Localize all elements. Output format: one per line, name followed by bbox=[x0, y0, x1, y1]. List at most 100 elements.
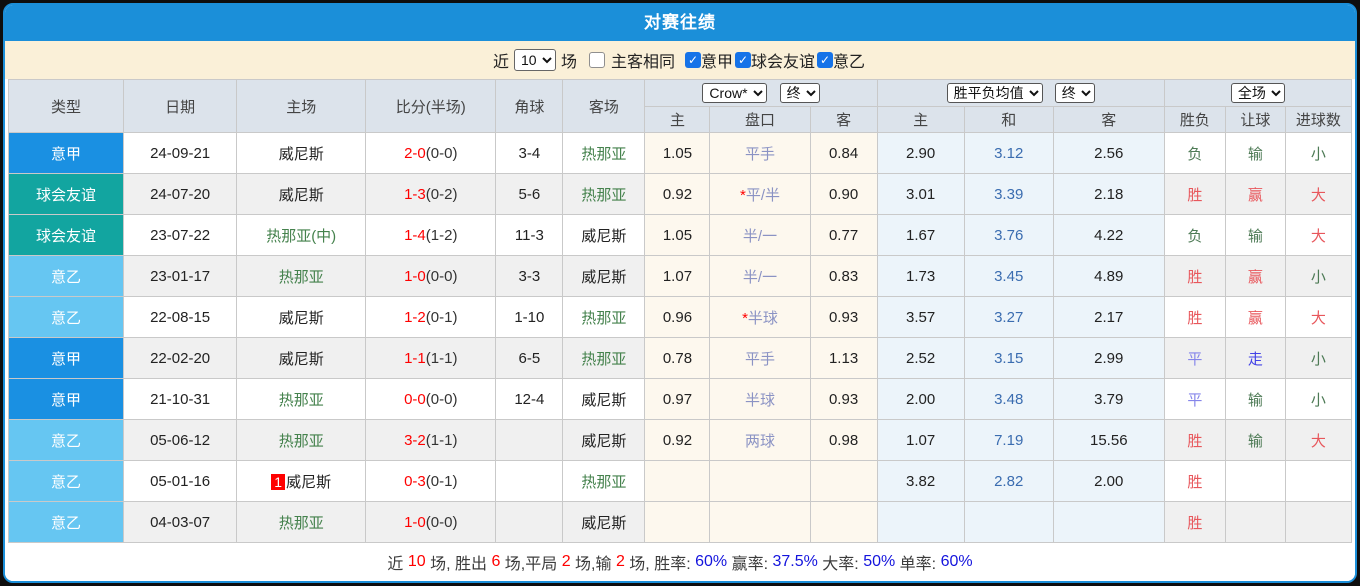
goals-cell: 大 bbox=[1284, 296, 1353, 338]
sub-col-header-8: 让球 bbox=[1224, 106, 1286, 133]
summary-segment-4: 6 bbox=[491, 553, 501, 570]
matches-label: 场 bbox=[560, 54, 577, 71]
score-cell: 1-0(0-0) bbox=[365, 501, 497, 543]
result-cell: 胜 bbox=[1163, 501, 1226, 543]
goals-cell: 小 bbox=[1284, 337, 1353, 379]
panel-title: 对赛往绩 bbox=[5, 5, 1355, 41]
avg-away-cell: 2.99 bbox=[1052, 337, 1165, 379]
summary-segment-7: 场,输 bbox=[570, 556, 616, 573]
avg-draw-cell: 3.45 bbox=[963, 255, 1054, 297]
full-time-score: 2-0 bbox=[404, 144, 426, 162]
recent-count-select[interactable]: 10 bbox=[513, 49, 556, 71]
league-cell: 意乙 bbox=[7, 419, 125, 461]
col-header-away: 客场 bbox=[562, 79, 646, 133]
league-filter-checkbox-2[interactable] bbox=[735, 52, 752, 68]
league-filter-checkbox-3[interactable] bbox=[817, 52, 834, 68]
odds-away-cell: 0.84 bbox=[809, 132, 878, 174]
half-time-score: (1-1) bbox=[425, 349, 458, 367]
col-header-date: 日期 bbox=[123, 79, 238, 133]
handicap-cell: 平手 bbox=[709, 337, 811, 379]
avg-time-select[interactable]: 终 bbox=[1054, 83, 1095, 103]
avg-type-select[interactable]: 胜平负均值 bbox=[946, 83, 1043, 103]
home-team-cell: 威尼斯 bbox=[236, 337, 367, 379]
away-team-cell: 热那亚 bbox=[562, 296, 646, 338]
home-team-cell: 威尼斯 bbox=[236, 296, 367, 338]
avg-away-cell: 15.56 bbox=[1052, 419, 1165, 461]
bookmaker-select[interactable]: Crow* bbox=[702, 83, 768, 103]
home-team-name: 热那亚 bbox=[278, 391, 324, 409]
table-row: 意甲 22-02-20 威尼斯 1-1(1-1) 6-5 热那亚 0.78 平手 1.13 2.5… bbox=[7, 337, 1353, 379]
corner-cell bbox=[495, 460, 564, 502]
handicap-text: 半/一 bbox=[742, 227, 778, 245]
score-cell: 0-0(0-0) bbox=[365, 378, 497, 420]
league-filter-label-1: 意甲 bbox=[701, 54, 734, 71]
avg-home-cell: 3.01 bbox=[876, 173, 965, 215]
avg-draw-cell: 3.15 bbox=[963, 337, 1054, 379]
odds-away-cell: 1.13 bbox=[809, 337, 878, 379]
sub-col-header-1: 主 bbox=[644, 106, 711, 133]
sub-col-header-6: 客 bbox=[1052, 106, 1165, 133]
avg-draw-cell: 2.82 bbox=[963, 460, 1054, 502]
sub-col-header-5: 和 bbox=[963, 106, 1054, 133]
handicap-text: 平/半 bbox=[745, 186, 780, 204]
handicap-cell: 两球 bbox=[709, 419, 811, 461]
avg-draw-cell: 7.19 bbox=[963, 419, 1054, 461]
date-cell: 24-09-21 bbox=[123, 132, 238, 174]
away-team-name: 威尼斯 bbox=[581, 514, 627, 532]
rank-badge: 1 bbox=[271, 473, 286, 490]
home-team-name: 威尼斯 bbox=[278, 309, 324, 327]
odds-time-select[interactable]: 终 bbox=[779, 83, 820, 103]
score-cell: 1-1(1-1) bbox=[365, 337, 497, 379]
odds-home-cell: 1.05 bbox=[644, 132, 711, 174]
handicap-result-cell: 赢 bbox=[1224, 173, 1286, 215]
odds-away-cell: 0.90 bbox=[809, 173, 878, 215]
table-row: 球会友谊 24-07-20 威尼斯 1-3(0-2) 5-6 热那亚 0.92 *平/半 0.9… bbox=[7, 173, 1353, 215]
date-cell: 22-08-15 bbox=[123, 296, 238, 338]
home-team-cell: 热那亚 bbox=[236, 378, 367, 420]
full-time-score: 1-0 bbox=[404, 267, 426, 285]
sub-col-header-9: 进球数 bbox=[1284, 106, 1353, 133]
avg-home-cell: 1.73 bbox=[876, 255, 965, 297]
summary-segment-15: 单率: bbox=[895, 556, 941, 573]
handicap-result-cell: 输 bbox=[1224, 419, 1286, 461]
odds-home-cell: 0.92 bbox=[644, 173, 711, 215]
result-cell: 平 bbox=[1163, 378, 1226, 420]
avg-draw-cell: 3.76 bbox=[963, 214, 1054, 256]
corner-cell bbox=[495, 501, 564, 543]
handicap-result-cell bbox=[1224, 460, 1286, 502]
league-cell: 球会友谊 bbox=[7, 214, 125, 256]
half-time-score: (0-0) bbox=[425, 144, 458, 162]
home-team-cell: 热那亚(中) bbox=[236, 214, 367, 256]
away-team-name: 热那亚 bbox=[581, 473, 627, 491]
handicap-cell: *平/半 bbox=[709, 173, 811, 215]
full-time-score: 1-3 bbox=[404, 185, 426, 203]
score-cell: 1-3(0-2) bbox=[365, 173, 497, 215]
odds-away-cell: 0.93 bbox=[809, 378, 878, 420]
same-venue-checkbox[interactable] bbox=[588, 52, 605, 68]
table-row: 球会友谊 23-07-22 热那亚(中) 1-4(1-2) 11-3 威尼斯 1.05 半/一… bbox=[7, 214, 1353, 256]
summary-segment-12: 37.5% bbox=[772, 553, 818, 570]
away-team-cell: 热那亚 bbox=[562, 173, 646, 215]
result-cell: 胜 bbox=[1163, 173, 1226, 215]
full-time-score: 1-1 bbox=[404, 349, 426, 367]
half-time-score: (1-2) bbox=[425, 226, 458, 244]
goals-cell: 大 bbox=[1284, 419, 1353, 461]
odds-away-cell: 0.77 bbox=[809, 214, 878, 256]
home-team-name: 热那亚 bbox=[278, 268, 324, 286]
sub-col-header-2: 盘口 bbox=[709, 106, 811, 133]
corner-cell: 11-3 bbox=[495, 214, 564, 256]
full-time-score: 1-0 bbox=[404, 513, 426, 531]
avg-away-cell bbox=[1052, 501, 1165, 543]
scope-select[interactable]: 全场 bbox=[1230, 83, 1285, 103]
league-filter-label-2: 球会友谊 bbox=[751, 54, 816, 71]
table-row: 意乙 23-01-17 热那亚 1-0(0-0) 3-3 威尼斯 1.07 半/一 0.83 1.… bbox=[7, 255, 1353, 297]
col-header-score: 比分(半场) bbox=[365, 79, 497, 133]
away-team-name: 威尼斯 bbox=[581, 227, 627, 245]
score-cell: 1-0(0-0) bbox=[365, 255, 497, 297]
odds-away-cell: 0.83 bbox=[809, 255, 878, 297]
home-team-cell: 1 威尼斯 bbox=[236, 460, 367, 502]
half-time-score: (0-1) bbox=[425, 472, 458, 490]
table-row: 意乙 05-06-12 热那亚 3-2(1-1) 威尼斯 0.92 两球 0.98 1.07 7.… bbox=[7, 419, 1353, 461]
league-filter-checkbox-1[interactable] bbox=[685, 52, 701, 68]
table-row: 意甲 21-10-31 热那亚 0-0(0-0) 12-4 威尼斯 0.97 半球 0.93 2.… bbox=[7, 378, 1353, 420]
